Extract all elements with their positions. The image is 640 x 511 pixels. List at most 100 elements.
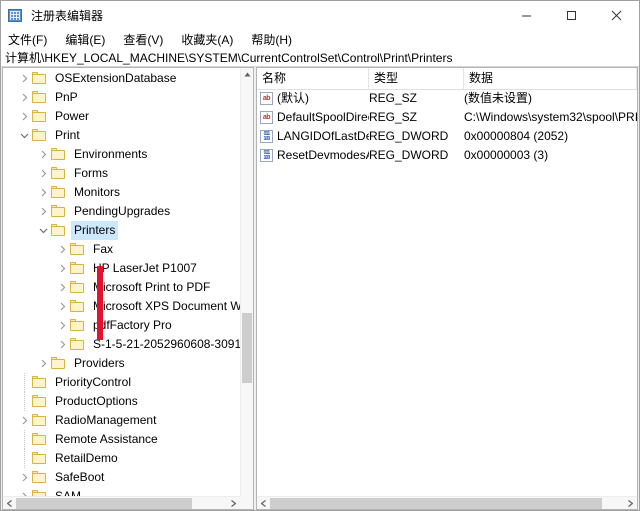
chevron-right-icon[interactable] bbox=[55, 278, 70, 297]
tree-node-label: OSExtensionDatabase bbox=[55, 71, 177, 85]
chevron-right-icon[interactable] bbox=[17, 487, 32, 496]
tree-node[interactable]: Fax bbox=[3, 240, 240, 259]
chevron-right-icon[interactable] bbox=[36, 164, 51, 183]
chevron-down-icon[interactable] bbox=[17, 126, 32, 145]
tree-node[interactable]: Microsoft Print to PDF bbox=[3, 278, 240, 297]
chevron-right-icon[interactable] bbox=[55, 240, 70, 259]
tree-node[interactable]: Print bbox=[3, 126, 240, 145]
chevron-right-icon[interactable] bbox=[36, 145, 51, 164]
tree-node[interactable]: HP LaserJet P1007 bbox=[3, 259, 240, 278]
tree-node[interactable]: pdfFactory Pro bbox=[3, 316, 240, 335]
tree-node[interactable]: Environments bbox=[3, 145, 240, 164]
tree-guide-line bbox=[17, 373, 32, 392]
folder-icon bbox=[51, 205, 66, 218]
tree-node-label: Print bbox=[55, 128, 80, 142]
value-type-cell: REG_DWORD bbox=[369, 129, 449, 143]
value-row[interactable]: ab DefaultSpoolDirectoryREG_SZ C:\Windows\… bbox=[257, 108, 637, 127]
tree-hscroll-track[interactable] bbox=[16, 497, 227, 510]
chevron-right-icon[interactable] bbox=[55, 335, 70, 354]
chevron-right-icon[interactable] bbox=[55, 297, 70, 316]
close-button[interactable] bbox=[594, 1, 639, 30]
tree-node[interactable]: RadioManagement bbox=[3, 411, 240, 430]
folder-icon bbox=[70, 281, 85, 294]
tree-node[interactable]: Remote Assistance bbox=[3, 430, 240, 449]
chevron-right-icon[interactable] bbox=[36, 183, 51, 202]
tree-scroll-corner bbox=[240, 496, 253, 509]
address-bar[interactable]: 计算机\HKEY_LOCAL_MACHINE\SYSTEM\CurrentCon… bbox=[1, 49, 639, 67]
values-scroll-left-icon[interactable] bbox=[257, 497, 270, 510]
column-header-type[interactable]: 类型 bbox=[369, 68, 464, 89]
tree-node[interactable]: Monitors bbox=[3, 183, 240, 202]
chevron-right-icon[interactable] bbox=[55, 316, 70, 335]
folder-icon bbox=[32, 72, 47, 85]
tree-node-label: S-1-5-21-2052960608-3091730 bbox=[93, 337, 240, 351]
tree-node[interactable]: Power bbox=[3, 107, 240, 126]
tree-node[interactable]: OSExtensionDatabase bbox=[3, 69, 240, 88]
maximize-button[interactable] bbox=[549, 1, 594, 30]
registry-values-pane: 名称 类型 数据 ab (默认) REG_SZ (数值未设置) ab DefaultSpo… bbox=[256, 67, 638, 510]
tree-node[interactable]: SAM bbox=[3, 487, 240, 496]
tree-node[interactable]: PnP bbox=[3, 88, 240, 107]
tree-node[interactable]: PriorityControl bbox=[3, 373, 240, 392]
folder-icon bbox=[32, 110, 47, 123]
value-row[interactable]: 011100 ResetDevmodesAtte...REG_DWORD 0x000… bbox=[257, 146, 637, 165]
tree-node[interactable]: Providers bbox=[3, 354, 240, 373]
chevron-right-icon[interactable] bbox=[17, 411, 32, 430]
tree-node[interactable]: RetailDemo bbox=[3, 449, 240, 468]
value-row[interactable]: ab (默认) REG_SZ (数值未设置) bbox=[257, 89, 637, 108]
values-hscroll-thumb[interactable] bbox=[270, 497, 602, 509]
values-hscroll-track[interactable] bbox=[270, 497, 624, 510]
tree-node-label: Power bbox=[55, 109, 90, 123]
folder-icon bbox=[51, 224, 66, 237]
tree-node[interactable]: SafeBoot bbox=[3, 468, 240, 487]
values-horizontal-scrollbar[interactable] bbox=[257, 496, 637, 509]
scroll-up-icon[interactable] bbox=[241, 68, 253, 81]
tree-node[interactable]: Forms bbox=[3, 164, 240, 183]
tree-hscroll-thumb[interactable] bbox=[16, 497, 192, 509]
menu-view[interactable]: 查看(V) bbox=[123, 31, 163, 49]
tree-node-label: Fax bbox=[93, 242, 114, 256]
folder-icon bbox=[51, 357, 66, 370]
tree-node[interactable]: Microsoft XPS Document Write bbox=[3, 297, 240, 316]
menu-favorites[interactable]: 收藏夹(A) bbox=[181, 31, 233, 49]
tree-vertical-scrollbar[interactable] bbox=[240, 68, 253, 509]
tree-horizontal-scrollbar[interactable] bbox=[3, 496, 240, 509]
chevron-right-icon[interactable] bbox=[17, 69, 32, 88]
tree-node-label: RetailDemo bbox=[55, 451, 118, 465]
menu-file[interactable]: 文件(F) bbox=[8, 31, 47, 49]
scroll-left-icon[interactable] bbox=[3, 497, 16, 510]
tree-scroll-thumb[interactable] bbox=[242, 313, 252, 383]
string-value-icon: ab bbox=[260, 111, 273, 124]
menu-edit[interactable]: 编辑(E) bbox=[65, 31, 105, 49]
chevron-right-icon[interactable] bbox=[17, 468, 32, 487]
tree-node-label: PnP bbox=[55, 90, 78, 104]
chevron-down-icon[interactable] bbox=[36, 221, 51, 240]
folder-icon bbox=[51, 167, 66, 180]
column-header-data[interactable]: 数据 bbox=[464, 68, 637, 89]
value-data-cell: C:\Windows\system32\spool\PRINTERS bbox=[464, 110, 637, 124]
title-bar: 注册表编辑器 bbox=[1, 1, 639, 31]
values-list[interactable]: ab (默认) REG_SZ (数值未设置) ab DefaultSpoolDirecto… bbox=[257, 89, 637, 495]
value-row[interactable]: 011100 LANGIDOfLastDefault...REG_DWORD 0x0… bbox=[257, 127, 637, 146]
tree-node[interactable]: Printers bbox=[3, 221, 240, 240]
column-header-name[interactable]: 名称 bbox=[257, 68, 369, 89]
chevron-right-icon[interactable] bbox=[55, 259, 70, 278]
tree-node[interactable]: PendingUpgrades bbox=[3, 202, 240, 221]
tree-node[interactable]: ProductOptions bbox=[3, 392, 240, 411]
tree-node-label: HP LaserJet P1007 bbox=[93, 261, 197, 275]
registry-tree[interactable]: OSExtensionDatabase PnP Power Print Environm… bbox=[3, 68, 240, 496]
scroll-right-icon[interactable] bbox=[227, 497, 240, 510]
chevron-right-icon[interactable] bbox=[17, 107, 32, 126]
chevron-right-icon[interactable] bbox=[17, 88, 32, 107]
registry-editor-icon bbox=[8, 8, 24, 24]
values-scroll-right-icon[interactable] bbox=[624, 497, 637, 510]
tree-node-label: Microsoft XPS Document Write bbox=[93, 299, 240, 313]
folder-icon bbox=[70, 338, 85, 351]
chevron-right-icon[interactable] bbox=[36, 202, 51, 221]
menu-help[interactable]: 帮助(H) bbox=[251, 31, 292, 49]
value-name-label: LANGIDOfLastDefault... bbox=[277, 129, 369, 143]
chevron-right-icon[interactable] bbox=[36, 354, 51, 373]
tree-node[interactable]: S-1-5-21-2052960608-3091730 bbox=[3, 335, 240, 354]
minimize-button[interactable] bbox=[504, 1, 549, 30]
folder-icon bbox=[32, 91, 47, 104]
